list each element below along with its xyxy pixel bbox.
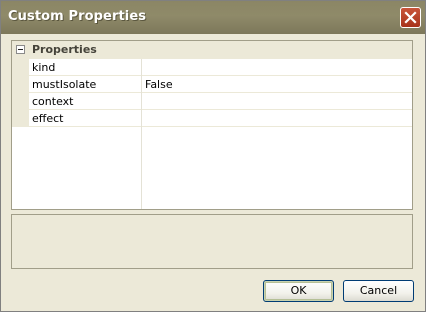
property-row-context[interactable]: context [12, 93, 412, 110]
property-value[interactable]: False [145, 78, 173, 91]
ok-button[interactable]: OK [263, 280, 334, 302]
category-row-properties[interactable]: Properties [12, 41, 412, 59]
column-divider [141, 93, 142, 110]
row-gutter [12, 76, 29, 93]
property-row-kind[interactable]: kind [12, 59, 412, 76]
column-divider-empty [141, 127, 142, 209]
collapse-icon[interactable] [16, 45, 25, 54]
row-gutter [12, 59, 29, 76]
row-gutter [12, 93, 29, 110]
cancel-button[interactable]: Cancel [343, 280, 414, 302]
column-divider [141, 76, 142, 93]
title-bar[interactable]: Custom Properties [1, 1, 425, 34]
property-name: kind [32, 61, 56, 74]
close-button[interactable] [400, 7, 421, 28]
category-label: Properties [32, 43, 97, 56]
property-name: effect [32, 112, 64, 125]
close-icon [404, 11, 417, 24]
description-panel [11, 214, 413, 269]
property-name: context [32, 95, 74, 108]
property-name: mustIsolate [32, 78, 97, 91]
row-gutter [12, 110, 29, 127]
property-row-effect[interactable]: effect [12, 110, 412, 127]
property-grid[interactable]: Properties kind mustIsolate False contex… [11, 40, 413, 210]
window-title: Custom Properties [8, 9, 147, 24]
custom-properties-dialog: Custom Properties Properties kind mustIs… [0, 0, 426, 312]
column-divider [141, 59, 142, 76]
property-row-mustisolate[interactable]: mustIsolate False [12, 76, 412, 93]
column-divider [141, 110, 142, 127]
